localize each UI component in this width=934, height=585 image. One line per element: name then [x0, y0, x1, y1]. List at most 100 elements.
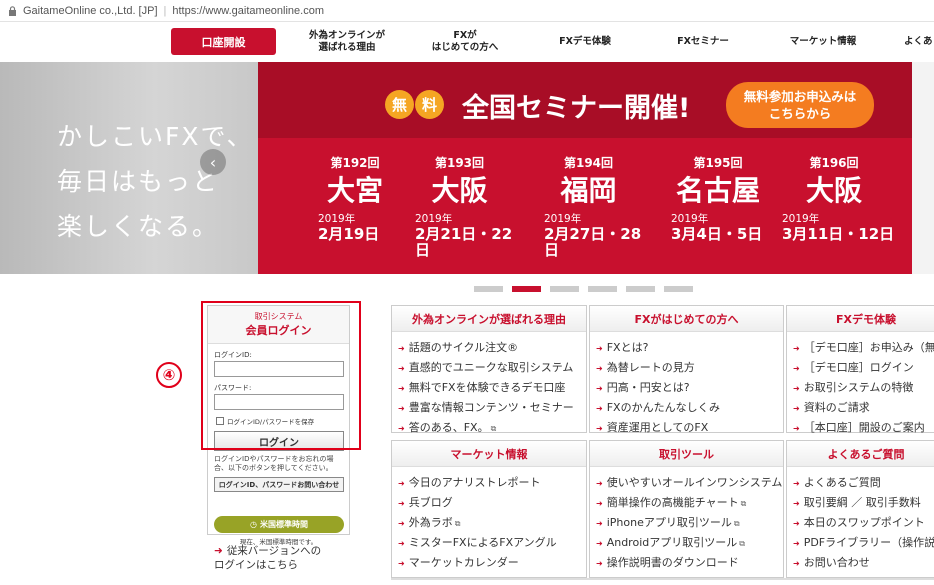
- next-slide-peek[interactable]: [912, 62, 934, 274]
- global-nav: 口座開設 外為オンラインが 選ばれる理由 FXが はじめての方へ FXデモ体験 …: [0, 24, 934, 62]
- list-item[interactable]: ➜ 答のある、FX。 ⧉: [398, 418, 586, 438]
- list-item[interactable]: ➜ 話題のサイクル注文®: [398, 338, 586, 358]
- seminar-item[interactable]: 第193回 大阪 2019年 2月21日・22日: [397, 154, 522, 258]
- clock-icon: ◷: [250, 520, 257, 529]
- list-item[interactable]: ➜ Androidアプリ取引ツール ⧉: [596, 533, 783, 553]
- nav-item-faq[interactable]: よくあ: [904, 26, 934, 58]
- nav-item-beginners[interactable]: FXが はじめての方へ: [420, 26, 510, 58]
- list-item-label: 無料でFXを体験できるデモ口座: [408, 381, 566, 394]
- address-bar[interactable]: GaitameOnline co.,Ltd. [JP] | https://ww…: [0, 0, 934, 22]
- list-item-label: 使いやすいオールインワンシステム: [606, 476, 783, 489]
- carousel-dot[interactable]: [588, 286, 617, 292]
- list-item-label: 取引要綱 ／ 取引手数料: [803, 496, 921, 509]
- seminar-number: 第196回: [809, 156, 859, 170]
- list-item[interactable]: ➜ ［本口座］開設のご案内: [793, 418, 934, 438]
- nav-item-seminar[interactable]: FXセミナー: [663, 26, 743, 58]
- list-item[interactable]: ➜ 簡単操作の高機能チャート ⧉: [596, 493, 783, 513]
- seminar-number: 第194回: [563, 156, 614, 170]
- external-link-icon: ⧉: [490, 424, 497, 433]
- list-item-label: お問い合わせ: [803, 556, 870, 569]
- carousel-dot[interactable]: [474, 286, 503, 292]
- list-item[interactable]: ➜ iPhoneアプリ取引ツール ⧉: [596, 513, 783, 533]
- seminar-banner[interactable]: 無 料 全国セミナー開催! 無料参加お申込みは こちらから 第192回 大宮 2…: [258, 62, 912, 274]
- list-item[interactable]: ➜ お取引システムの特徴: [793, 378, 934, 398]
- nav-item-reasons[interactable]: 外為オンラインが 選ばれる理由: [297, 26, 397, 58]
- nav-item-market[interactable]: マーケット情報: [778, 26, 868, 58]
- address-separator: |: [163, 4, 167, 17]
- carousel-dot[interactable]: [664, 286, 693, 292]
- list-item[interactable]: ➜ マーケットカレンダー: [398, 553, 586, 573]
- list-item[interactable]: ➜ 操作説明書のダウンロード: [596, 553, 783, 573]
- list-item[interactable]: ➜ 兵ブログ: [398, 493, 586, 513]
- list-item-label: 本日のスワップポイント: [803, 516, 925, 529]
- list-item[interactable]: ➜ PDFライブラリー（操作説: [793, 533, 934, 553]
- arrow-icon: ➜: [398, 499, 405, 508]
- site-info-icon[interactable]: [8, 5, 17, 16]
- old-version-link[interactable]: ➜ 従来バージョンへの ログインはこちら: [214, 544, 321, 572]
- list-item[interactable]: ➜ 豊富な情報コンテンツ・セミナー: [398, 398, 586, 418]
- arrow-icon: ➜: [596, 344, 603, 353]
- seminar-city: 大阪: [805, 174, 862, 207]
- list-item[interactable]: ➜ ［デモ口座］お申込み（無: [793, 338, 934, 358]
- list-item[interactable]: ➜ お問い合わせ: [793, 553, 934, 573]
- list-item[interactable]: ➜ 使いやすいオールインワンシステム: [596, 473, 783, 493]
- forgot-note: ログインIDやパスワードをお忘れの場合、以下のボタンを押してください。: [214, 455, 334, 472]
- list-item[interactable]: ➜ 直感的でユニークな取引システム: [398, 358, 586, 378]
- list-item-label: よくあるご質問: [803, 476, 881, 489]
- arrow-icon: ➜: [793, 479, 800, 488]
- seminar-item[interactable]: 第196回 大阪 2019年 3月11日・12日: [764, 154, 904, 242]
- list-item-label: ［デモ口座］ログイン: [803, 361, 914, 374]
- list-item-label: 外為ラボ: [408, 516, 453, 529]
- list-item[interactable]: ➜ 無料でFXを体験できるデモ口座: [398, 378, 586, 398]
- panel-title[interactable]: マーケット情報: [392, 441, 586, 467]
- external-link-icon: ⧉: [454, 519, 461, 528]
- free-badge-char: 料: [415, 90, 444, 119]
- arrow-icon: ➜: [596, 384, 603, 393]
- arrow-icon: ➜: [793, 559, 800, 568]
- open-account-button[interactable]: 口座開設: [171, 28, 276, 55]
- credential-inquiry-button[interactable]: ログインID、パスワードお問い合わせ: [214, 477, 344, 492]
- list-item[interactable]: ➜ 外為ラボ ⧉: [398, 513, 586, 533]
- nav-item-demo[interactable]: FXデモ体験: [545, 26, 625, 58]
- seminar-item[interactable]: 第192回 大宮 2019年 2月19日: [300, 154, 410, 242]
- list-item[interactable]: ➜ FXとは?: [596, 338, 783, 358]
- list-item[interactable]: ➜ ミスターFXによるFXアングル: [398, 533, 586, 553]
- panel-title[interactable]: よくあるご質問: [787, 441, 934, 467]
- list-item[interactable]: ➜ 本日のスワップポイント: [793, 513, 934, 533]
- arrow-icon: ➜: [793, 424, 800, 433]
- list-item[interactable]: ➜ 今日のアナリストレポート: [398, 473, 586, 493]
- list-item[interactable]: ➜ 為替レートの見方: [596, 358, 783, 378]
- seminar-apply-button[interactable]: 無料参加お申込みは こちらから: [726, 82, 874, 128]
- arrow-icon: ➜: [596, 364, 603, 373]
- list-item[interactable]: ➜ 円高・円安とは?: [596, 378, 783, 398]
- list-item-label: 豊富な情報コンテンツ・セミナー: [408, 401, 574, 414]
- list-item[interactable]: ➜ 資料のご請求: [793, 398, 934, 418]
- panel-title[interactable]: FXデモ体験: [787, 306, 934, 332]
- list-item[interactable]: ➜ 取引要綱 ／ 取引手数料: [793, 493, 934, 513]
- list-item[interactable]: ➜ よくあるご質問: [793, 473, 934, 493]
- carousel-dot[interactable]: [550, 286, 579, 292]
- list-item-label: Androidアプリ取引ツール: [606, 536, 738, 549]
- arrow-icon: ➜: [793, 519, 800, 528]
- carousel-dot[interactable]: [626, 286, 655, 292]
- list-item-label: 兵ブログ: [408, 496, 453, 509]
- panel-title[interactable]: FXがはじめての方へ: [590, 306, 783, 332]
- arrow-icon: ➜: [398, 344, 405, 353]
- list-item-label: FXとは?: [606, 341, 649, 354]
- seminar-city: 大宮: [326, 174, 383, 207]
- url-text[interactable]: https://www.gaitameonline.com: [172, 5, 324, 17]
- arrow-icon: ➜: [398, 559, 405, 568]
- carousel-dot-active[interactable]: [512, 286, 541, 292]
- seminar-number: 第192回: [330, 156, 380, 170]
- seminar-item[interactable]: 第194回 福岡 2019年 2月27日・28日: [526, 154, 651, 258]
- carousel-prev-button[interactable]: ‹: [200, 149, 226, 175]
- list-item[interactable]: ➜ ［デモ口座］ログイン: [793, 358, 934, 378]
- arrow-icon: ➜: [398, 384, 405, 393]
- list-item-label: 簡単操作の高機能チャート: [606, 496, 739, 509]
- panel-title[interactable]: 取引ツール: [590, 441, 783, 467]
- arrow-icon: ➜: [793, 384, 800, 393]
- list-item[interactable]: ➜ 資産運用としてのFX: [596, 418, 783, 438]
- list-item-label: PDFライブラリー（操作説: [803, 536, 934, 549]
- list-item[interactable]: ➜ FXのかんたんなしくみ: [596, 398, 783, 418]
- panel-title[interactable]: 外為オンラインが選ばれる理由: [392, 306, 586, 332]
